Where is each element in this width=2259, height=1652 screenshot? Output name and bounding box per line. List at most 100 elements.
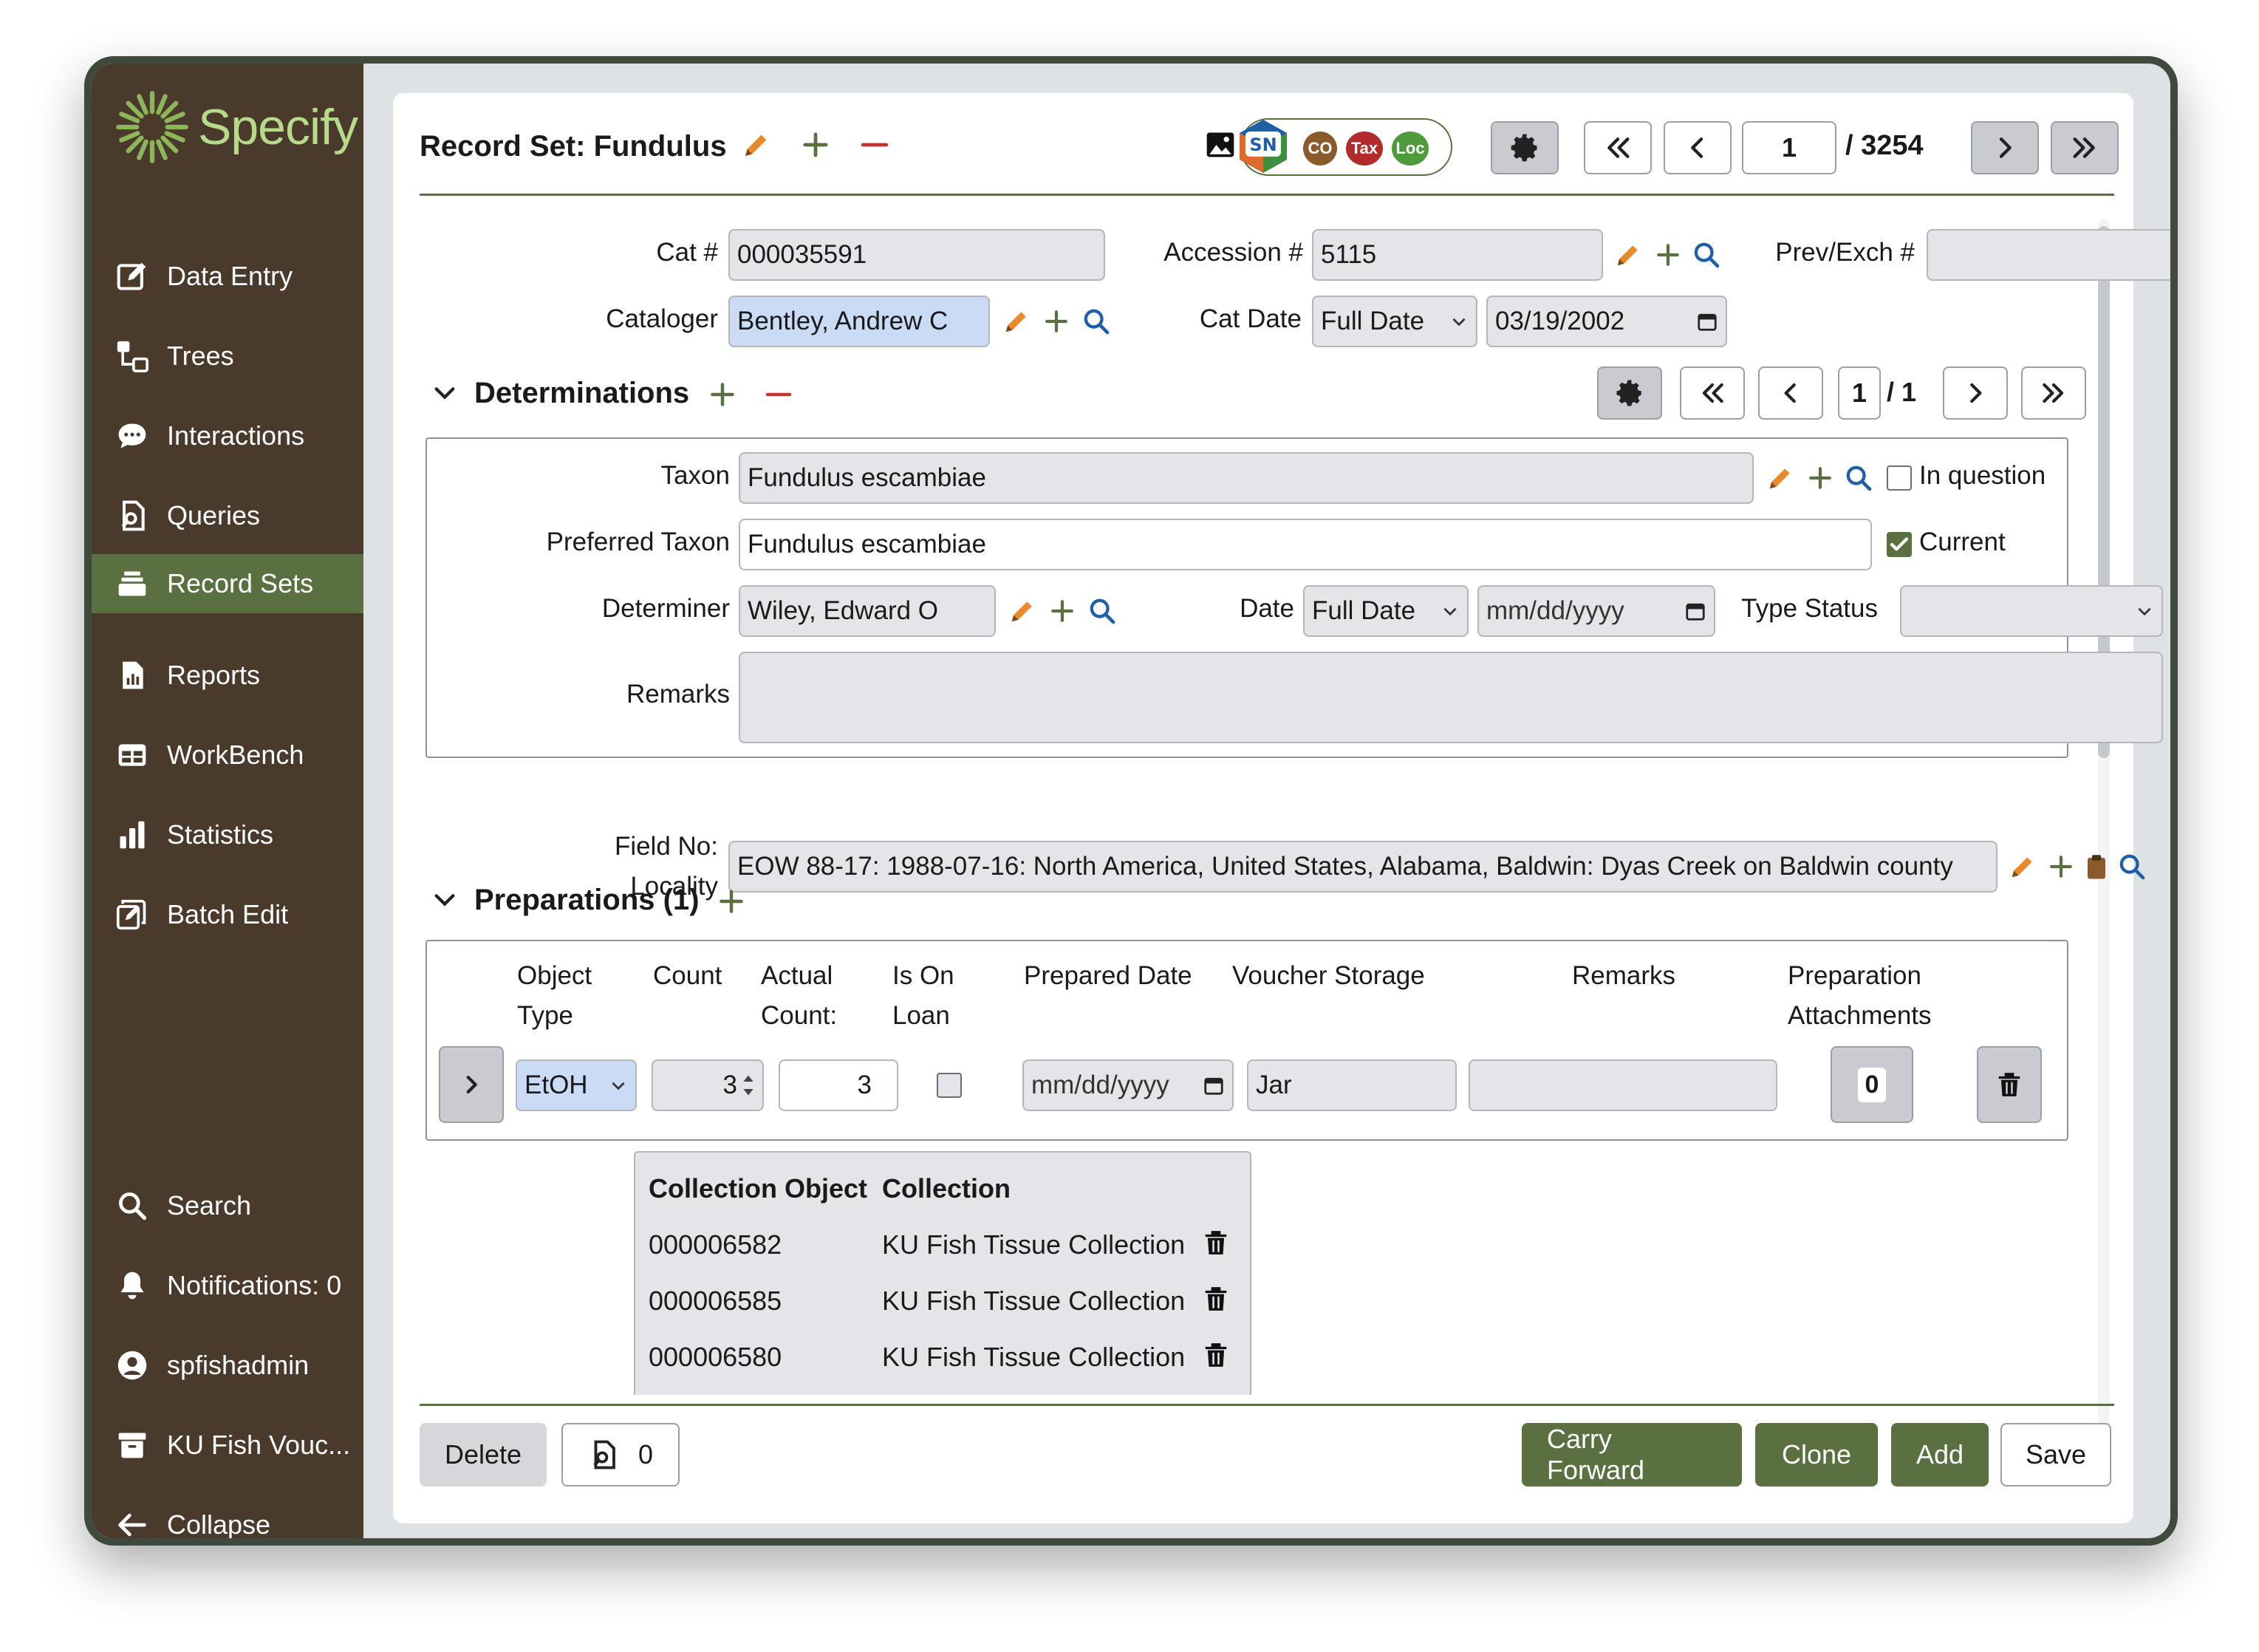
last-determination-button[interactable] <box>2021 366 2086 420</box>
add-locality-button[interactable] <box>2045 850 2077 883</box>
edit-accession-button[interactable] <box>1612 239 1644 271</box>
cat-date-precision-select[interactable]: Full Date <box>1312 296 1477 347</box>
actual-count-field[interactable]: 3 <box>779 1059 898 1111</box>
add-determination-button[interactable] <box>706 378 739 411</box>
search-locality-button[interactable] <box>2116 850 2148 883</box>
cat-number-field[interactable]: 000035591 <box>728 229 1105 281</box>
search-accession-button[interactable] <box>1690 239 1723 271</box>
nav-queries[interactable]: Queries <box>92 486 363 545</box>
nav-notifications[interactable]: Notifications: 0 <box>92 1256 363 1315</box>
taxon-field[interactable]: Fundulus escambiae <box>739 452 1754 504</box>
determination-date-label: Date <box>1240 594 1294 623</box>
is-on-loan-checkbox[interactable] <box>937 1073 962 1098</box>
determination-date-precision-select[interactable]: Full Date <box>1303 585 1469 637</box>
remove-record-button[interactable] <box>858 129 891 161</box>
co-badge[interactable]: CO <box>1303 132 1337 165</box>
clone-button[interactable]: Clone <box>1755 1423 1878 1487</box>
preparation-attachments-button[interactable]: 0 <box>1831 1046 1913 1123</box>
delete-button[interactable]: Delete <box>420 1423 547 1487</box>
edit-determiner-button[interactable] <box>1006 595 1039 627</box>
accession-field[interactable]: 5115 <box>1312 229 1603 281</box>
add-button[interactable]: Add <box>1891 1423 1989 1487</box>
edit-record-set-button[interactable] <box>740 129 773 161</box>
last-record-button[interactable] <box>2051 121 2119 174</box>
search-determiner-button[interactable] <box>1086 595 1118 627</box>
remove-collection-object-button[interactable] <box>1200 1226 1232 1259</box>
nav-search[interactable]: Search <box>92 1176 363 1235</box>
type-status-select[interactable] <box>1900 585 2163 637</box>
cataloger-field[interactable]: Bentley, Andrew C <box>728 296 990 347</box>
specify-logo[interactable]: Specify <box>114 89 358 165</box>
nav-interactions[interactable]: Interactions <box>92 406 363 465</box>
collection-object-number[interactable]: 000006582 <box>649 1229 782 1260</box>
count-stepper[interactable]: 3 <box>652 1059 764 1111</box>
chevron-down-icon <box>1443 607 1457 616</box>
nav-data-entry[interactable]: Data Entry <box>92 247 363 306</box>
query-results-button[interactable]: 0 <box>561 1423 680 1487</box>
nav-user[interactable]: spfishadmin <box>92 1336 363 1395</box>
add-preparation-button[interactable] <box>715 885 748 918</box>
determination-index-input[interactable]: 1 <box>1838 366 1881 420</box>
add-determiner-button[interactable] <box>1046 595 1079 627</box>
determination-settings-button[interactable] <box>1597 366 1662 420</box>
determination-date-field[interactable]: mm/dd/yyyy <box>1477 585 1715 637</box>
add-taxon-button[interactable] <box>1804 462 1836 494</box>
object-type-select[interactable]: EtOH <box>516 1059 637 1111</box>
determiner-field[interactable]: Wiley, Edward O <box>739 585 996 637</box>
previous-determination-button[interactable] <box>1758 366 1823 420</box>
nav-batch-edit[interactable]: Batch Edit <box>92 885 363 944</box>
first-determination-button[interactable] <box>1680 366 1745 420</box>
attachments-button[interactable] <box>1204 129 1237 161</box>
save-button[interactable]: Save <box>2000 1423 2111 1487</box>
collection-object-number[interactable]: 000006580 <box>649 1342 782 1373</box>
nav-trees[interactable]: Trees <box>92 327 363 386</box>
carry-forward-button[interactable]: Carry Forward <box>1522 1423 1742 1487</box>
sn-badge[interactable]: SN <box>1234 117 1293 176</box>
nav-workbench[interactable]: WorkBench <box>92 726 363 785</box>
expand-preparation-button[interactable] <box>439 1046 504 1123</box>
next-determination-button[interactable] <box>1943 366 2008 420</box>
next-record-button[interactable] <box>1971 121 2039 174</box>
voucher-storage-field[interactable]: Jar <box>1247 1059 1457 1111</box>
previous-record-button[interactable] <box>1664 121 1732 174</box>
tax-badge[interactable]: Tax <box>1346 132 1383 165</box>
nav-collapse[interactable]: Collapse <box>92 1495 363 1538</box>
collapse-preparations-button[interactable] <box>428 884 461 916</box>
clone-locality-button[interactable] <box>2080 850 2113 883</box>
nav-reports[interactable]: Reports <box>92 646 363 705</box>
edit-cataloger-button[interactable] <box>1000 305 1033 338</box>
current-record-input[interactable]: 1 <box>1742 121 1836 174</box>
add-accession-button[interactable] <box>1652 239 1684 271</box>
add-cataloger-button[interactable] <box>1040 305 1073 338</box>
collection-object-number[interactable]: 000006585 <box>649 1286 782 1317</box>
remove-collection-object-button[interactable] <box>1200 1283 1232 1315</box>
field-number-locality-field[interactable]: EOW 88-17: 1988-07-16: North America, Un… <box>728 841 1997 892</box>
edit-taxon-button[interactable] <box>1764 462 1797 494</box>
nav-collection[interactable]: KU Fish Vouc... <box>92 1416 363 1475</box>
cataloger-label: Cataloger <box>606 304 718 333</box>
search-taxon-button[interactable] <box>1842 462 1875 494</box>
prev-exch-field[interactable] <box>1927 229 2170 281</box>
nav-record-sets[interactable]: Record Sets <box>92 554 363 613</box>
in-question-checkbox[interactable] <box>1887 465 1912 491</box>
settings-button[interactable] <box>1491 121 1559 174</box>
loc-badge[interactable]: Loc <box>1392 132 1429 165</box>
remove-collection-object-button[interactable] <box>1200 1339 1232 1371</box>
preferred-taxon-field[interactable]: Fundulus escambiae <box>739 519 1872 570</box>
remarks-label: Remarks <box>626 680 730 709</box>
first-record-button[interactable] <box>1584 121 1652 174</box>
collapse-determinations-button[interactable] <box>428 377 461 409</box>
remarks-textarea[interactable] <box>739 652 2163 743</box>
col-remarks: Remarks <box>1572 961 1676 990</box>
chevron-down-icon <box>434 387 455 400</box>
preparation-remarks-field[interactable] <box>1469 1059 1777 1111</box>
search-cataloger-button[interactable] <box>1080 305 1113 338</box>
nav-statistics[interactable]: Statistics <box>92 805 363 864</box>
delete-preparation-button[interactable] <box>1977 1046 2042 1123</box>
prepared-date-field[interactable]: mm/dd/yyyy <box>1022 1059 1234 1111</box>
cat-date-field[interactable]: 03/19/2002 <box>1486 296 1727 347</box>
current-checkbox[interactable] <box>1887 532 1912 557</box>
remove-determination-button[interactable] <box>762 378 795 411</box>
edit-locality-button[interactable] <box>2006 850 2039 883</box>
add-record-button[interactable] <box>799 129 832 161</box>
